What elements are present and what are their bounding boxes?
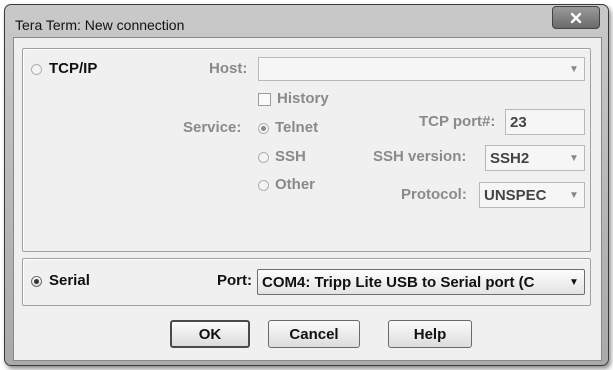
dialog-body: TCP/IP Host: ▼ History Service: Telnet S… (13, 37, 602, 361)
chevron-down-icon[interactable]: ▼ (564, 183, 584, 207)
protocol-select[interactable]: UNSPEC ▼ (479, 182, 585, 208)
service-telnet-radio[interactable] (258, 123, 269, 134)
tcp-port-label: TCP port#: (419, 113, 496, 130)
chevron-down-icon[interactable]: ▼ (564, 58, 584, 80)
service-ssh-radio[interactable] (258, 152, 269, 163)
tcpip-group: TCP/IP Host: ▼ History Service: Telnet S… (22, 48, 591, 252)
tcpip-label: TCP/IP (49, 60, 98, 77)
tcp-port-value: 23 (510, 114, 527, 131)
port-value: COM4: Tripp Lite USB to Serial port (C (262, 274, 535, 291)
window-title: Tera Term: New connection (15, 17, 185, 33)
dialog-window: Tera Term: New connection TCP/IP Host: ▼… (4, 4, 609, 366)
cancel-button[interactable]: Cancel (268, 320, 360, 348)
serial-radio[interactable] (31, 276, 42, 287)
ok-button[interactable]: OK (170, 320, 250, 348)
ssh-version-select[interactable]: SSH2 ▼ (485, 145, 585, 171)
help-button[interactable]: Help (388, 320, 472, 348)
close-button[interactable] (552, 6, 600, 29)
serial-group: Serial Port: COM4: Tripp Lite USB to Ser… (22, 258, 591, 306)
service-label: Service: (183, 119, 242, 136)
tcpip-radio[interactable] (31, 64, 42, 75)
port-label: Port: (217, 272, 252, 289)
service-telnet-label: Telnet (275, 119, 319, 136)
close-icon (570, 12, 582, 23)
service-other-label: Other (275, 176, 316, 193)
history-checkbox[interactable] (258, 93, 271, 106)
host-combobox[interactable]: ▼ (258, 57, 585, 81)
protocol-value: UNSPEC (484, 187, 547, 204)
chevron-down-icon[interactable]: ▼ (564, 270, 584, 294)
service-ssh-label: SSH (275, 148, 306, 165)
ssh-version-label: SSH version: (373, 148, 467, 165)
chevron-down-icon[interactable]: ▼ (564, 146, 584, 170)
title-bar[interactable]: Tera Term: New connection (5, 5, 608, 41)
serial-label: Serial (49, 272, 90, 289)
tcp-port-input[interactable]: 23 (505, 109, 585, 135)
host-label: Host: (209, 60, 248, 77)
service-other-radio[interactable] (258, 180, 269, 191)
port-select[interactable]: COM4: Tripp Lite USB to Serial port (C ▼ (257, 269, 585, 295)
protocol-label: Protocol: (401, 186, 467, 203)
ssh-version-value: SSH2 (490, 150, 530, 167)
history-label: History (277, 90, 329, 107)
